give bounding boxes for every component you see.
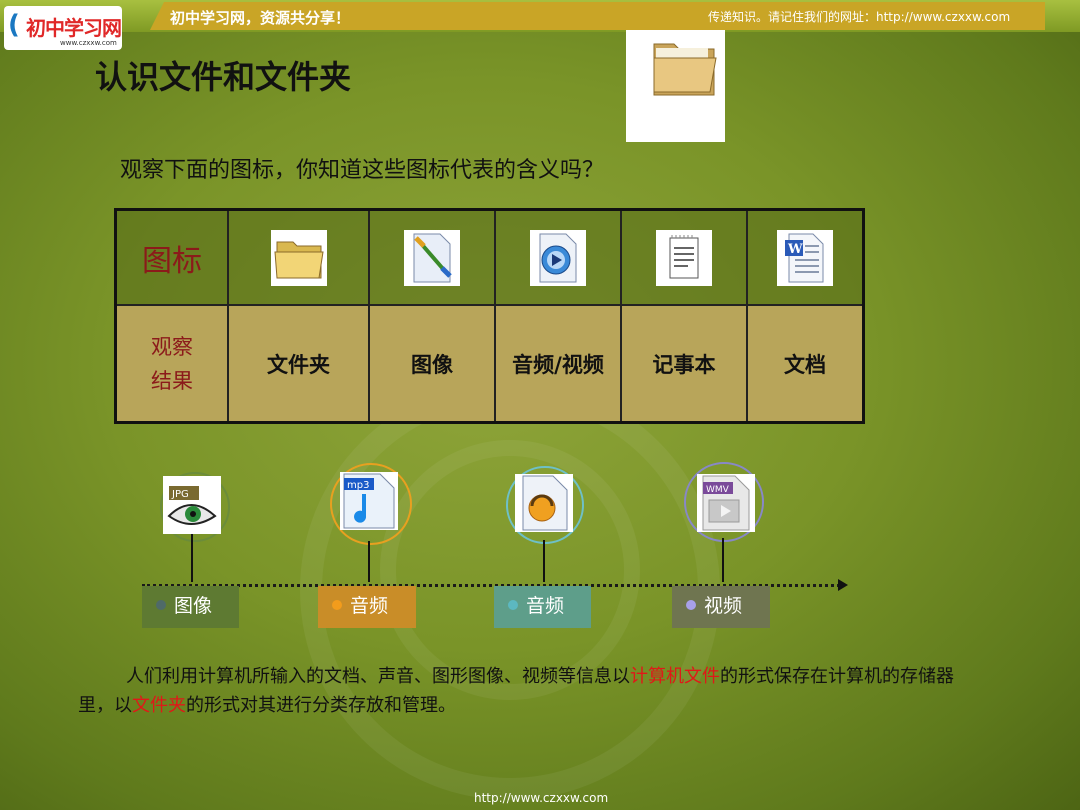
wmv-video-icon: WMV <box>697 474 755 532</box>
logo-text: 初中学习网 <box>26 16 122 40</box>
jpg-image-icon: JPG <box>163 476 221 534</box>
timeline-stem-4 <box>722 538 724 582</box>
timeline-tag-audio-2: 音频 <box>494 586 591 628</box>
result-row: 观察 结果 文件夹 图像 音频/视频 记事本 文档 <box>114 304 865 424</box>
result-media: 音频/视频 <box>494 304 622 424</box>
logo-c-icon: ( <box>8 10 20 40</box>
site-logo[interactable]: ( 初中学习网 www.czxxw.com <box>4 6 122 50</box>
icon-cell-folder <box>227 208 370 306</box>
folder-icon <box>270 229 327 286</box>
header-bar: 初中学习网，资源共分享！ 传递知识。请记住我们的网址：http://www.cz… <box>0 0 1080 32</box>
highlight-computer-file: 计算机文件 <box>630 666 720 687</box>
highlight-folder: 文件夹 <box>132 695 186 716</box>
timeline-tag-image: 图像 <box>142 586 239 628</box>
result-folder: 文件夹 <box>227 304 370 424</box>
timeline-stem-3 <box>543 540 545 582</box>
svg-text:JPG: JPG <box>171 489 189 500</box>
folder-icon <box>653 43 717 96</box>
timeline-arrow-icon <box>838 579 848 591</box>
icon-cell-notepad <box>620 208 748 306</box>
timeline-tag-video: 视频 <box>672 586 770 628</box>
paint-image-icon <box>404 229 460 286</box>
icon-row: 图标 W <box>114 208 865 306</box>
background-swirl-inner <box>380 440 640 700</box>
result-image: 图像 <box>368 304 496 424</box>
bullet-icon <box>508 599 518 610</box>
icon-cell-document: W <box>746 208 865 306</box>
header-note: 传递知识。请记住我们的网址：http://www.czxxw.com <box>708 10 1011 24</box>
icon-row-header: 图标 <box>114 208 229 306</box>
bullet-icon <box>156 599 166 610</box>
notepad-icon <box>656 229 712 286</box>
title-folder-image <box>626 30 725 142</box>
timeline-tag-audio-1: 音频 <box>318 586 416 628</box>
question-text: 观察下面的图标，你知道这些图标代表的含义吗？ <box>120 158 605 183</box>
summary-paragraph: 人们利用计算机所输入的文档、声音、图形图像、视频等信息以计算机文件的形式保存在计… <box>78 666 954 716</box>
mp3-audio-icon: mp3 <box>340 472 398 530</box>
bullet-icon <box>332 599 342 610</box>
logo-url: www.czxxw.com <box>60 39 117 47</box>
footer-url[interactable]: http://www.czxxw.com <box>474 791 608 805</box>
result-row-header: 观察 结果 <box>114 304 229 424</box>
bullet-icon <box>686 599 696 610</box>
word-document-icon: W <box>777 229 833 286</box>
icon-cell-image <box>368 208 496 306</box>
timeline-stem-1 <box>191 534 193 582</box>
icon-table: 图标 W 观察 结果 文件夹 图像 音频/视频 记事本 文档 <box>114 208 865 424</box>
header-slogan: 初中学习网，资源共分享！ <box>170 9 351 27</box>
svg-text:W: W <box>787 242 803 257</box>
svg-text:mp3: mp3 <box>347 480 369 491</box>
svg-text:WMV: WMV <box>706 485 730 495</box>
audio-player-icon <box>515 474 573 532</box>
timeline-stem-2 <box>368 541 370 582</box>
result-notepad: 记事本 <box>620 304 748 424</box>
result-document: 文档 <box>746 304 865 424</box>
page-title: 认识文件和文件夹 <box>95 58 352 96</box>
media-player-icon <box>530 229 586 286</box>
icon-cell-media <box>494 208 622 306</box>
